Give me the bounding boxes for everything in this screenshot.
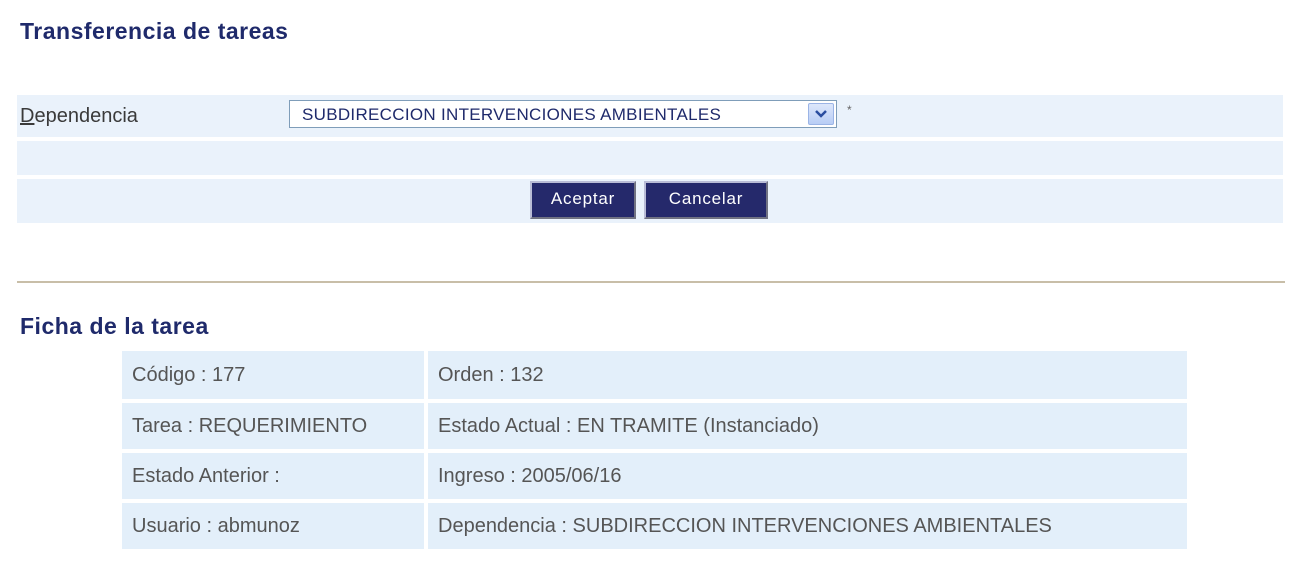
dependencia-label-text: ependencia — [34, 105, 138, 127]
ficha-usuario: Usuario : abmunoz — [122, 503, 424, 549]
ficha-title: Ficha de la tarea — [20, 313, 209, 339]
dependencia-label: Dependencia — [20, 105, 138, 128]
ficha-estado-actual: Estado Actual : EN TRAMITE (Instanciado) — [428, 403, 1187, 449]
dependencia-select-value: SUBDIRECCION INTERVENCIONES AMBIENTALES — [302, 105, 722, 124]
ficha-estado-anterior: Estado Anterior : — [122, 453, 424, 499]
chevron-down-icon — [815, 110, 827, 118]
ficha-orden: Orden : 132 — [428, 351, 1187, 399]
buttons-row: Aceptar Cancelar — [17, 179, 1283, 223]
dependencia-row: Dependencia SUBDIRECCION INTERVENCIONES … — [17, 95, 1283, 137]
ficha-dependencia: Dependencia : SUBDIRECCION INTERVENCIONE… — [428, 503, 1187, 549]
dropdown-button[interactable] — [808, 103, 834, 125]
section-divider — [17, 281, 1285, 283]
dependencia-select[interactable]: SUBDIRECCION INTERVENCIONES AMBIENTALES — [289, 100, 837, 128]
required-mark: * — [847, 103, 852, 117]
cancel-button[interactable]: Cancelar — [644, 181, 768, 219]
ficha-ingreso: Ingreso : 2005/06/16 — [428, 453, 1187, 499]
dependencia-label-accesskey: D — [20, 105, 35, 127]
accept-button[interactable]: Aceptar — [530, 181, 636, 219]
ficha-tarea: Tarea : REQUERIMIENTO — [122, 403, 424, 449]
empty-row — [17, 141, 1283, 175]
page-title: Transferencia de tareas — [20, 18, 289, 44]
page: Transferencia de tareas Dependencia SUBD… — [0, 0, 1290, 568]
ficha-codigo: Código : 177 — [122, 351, 424, 399]
